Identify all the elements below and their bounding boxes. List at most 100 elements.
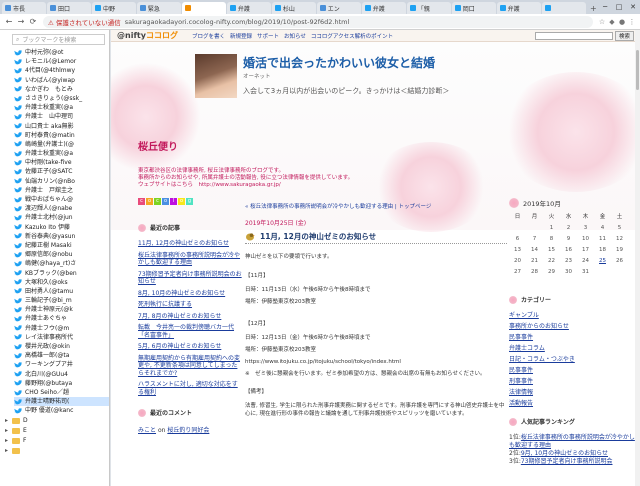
- bookmark-item[interactable]: 仙端カリン(@nBo: [14, 177, 109, 186]
- comment-post-link[interactable]: 桜丘釣り同好会: [167, 427, 209, 434]
- browser-tab[interactable]: 中野: [91, 2, 136, 14]
- back-icon[interactable]: ←: [3, 17, 15, 26]
- recent-post-link[interactable]: 無期雇用契約から有期雇用契約への変更や, 不更新条項は同意してしまったらそれまで…: [138, 355, 243, 378]
- ranking-link[interactable]: 桜丘法律事務所の事務所説明会が冷やかしも歓迎する理由: [509, 434, 635, 449]
- bookmark-item[interactable]: レモニル(@Lemor: [14, 57, 109, 66]
- browser-tab[interactable]: 緊急: [136, 2, 181, 14]
- recent-post-link[interactable]: 転載 今井亮一の裁判傍聴バカ一代「名富事件」: [138, 324, 243, 339]
- bookmark-item[interactable]: 弁護士神原元(@k: [14, 305, 109, 314]
- bookmark-folder[interactable]: ▸: [0, 446, 109, 456]
- browser-tab[interactable]: 岡口: [451, 2, 496, 14]
- category-link[interactable]: 民事事件: [509, 367, 639, 374]
- ad-title[interactable]: 婚活で出会ったかわいい彼女と結婚: [243, 54, 449, 71]
- bookmark-item[interactable]: いわばん(@yiwap: [14, 76, 109, 85]
- recent-post-link[interactable]: ハラスメントに対し, 適切な対応をする権利: [138, 381, 243, 396]
- bookmark-item[interactable]: CHO Seiho／趙: [14, 388, 109, 397]
- bookmark-item[interactable]: 弁護士晴野祐司(: [14, 397, 109, 407]
- star-icon[interactable]: ☆: [597, 18, 607, 26]
- nifty-search-button[interactable]: 検索: [614, 30, 634, 41]
- browser-tab[interactable]: 「親: [406, 2, 451, 14]
- page-scrollbar[interactable]: [635, 30, 640, 486]
- calendar-day-link[interactable]: 25: [594, 258, 611, 264]
- forward-icon[interactable]: →: [15, 17, 27, 26]
- ranking-link[interactable]: 9月, 10月の神山ゼミのお知らせ: [521, 450, 608, 457]
- nifty-logo[interactable]: @niftyココログ: [117, 30, 178, 41]
- bookmark-item[interactable]: 中村剛(take-five: [14, 158, 109, 167]
- bookmark-item[interactable]: ささきりょう(@ssk_: [14, 94, 109, 103]
- browser-tab[interactable]: 弁護: [361, 2, 406, 14]
- new-tab-button[interactable]: +: [589, 4, 598, 14]
- profile-icon[interactable]: ●: [617, 18, 627, 26]
- category-link[interactable]: 法律情報: [509, 389, 639, 396]
- bookmark-folder[interactable]: ▸ F: [0, 436, 109, 446]
- recent-post-link[interactable]: 桜丘法律事務所の事務所説明会が冷やかしも歓迎する理由: [138, 252, 243, 267]
- nifty-search-input[interactable]: [534, 31, 613, 40]
- category-link[interactable]: ギャンブル: [509, 312, 639, 319]
- bookmark-item[interactable]: 弁護士あぐちゃ: [14, 314, 109, 323]
- bookmark-search-input[interactable]: ⌕ ブックマークを検索: [12, 34, 105, 45]
- category-link[interactable]: 活動報告: [509, 400, 639, 407]
- bookmark-item[interactable]: 紀藤正樹 Masaki: [14, 241, 109, 250]
- expand-arrow-icon[interactable]: ▸: [5, 416, 12, 426]
- browser-tab[interactable]: 弁護: [226, 2, 271, 14]
- bookmark-item[interactable]: 藤野翔(@butaya: [14, 379, 109, 388]
- nifty-link[interactable]: ココログアクセス解析のポイント: [311, 32, 393, 40]
- bookmark-item[interactable]: 三輪記子(@bi_m: [14, 296, 109, 305]
- bookmark-item[interactable]: 4代目(@4thlmwy: [14, 66, 109, 75]
- bookmark-item[interactable]: 戦中おばちゃん@: [14, 195, 109, 204]
- expand-arrow-icon[interactable]: ▸: [5, 436, 12, 446]
- close-icon[interactable]: ✕: [626, 0, 640, 14]
- maximize-icon[interactable]: □: [612, 0, 626, 14]
- category-link[interactable]: 日記・コラム・つぶやき: [509, 356, 639, 363]
- extension-icon[interactable]: ◆: [607, 18, 617, 26]
- top-page-link[interactable]: トップページ: [398, 204, 431, 210]
- nifty-link[interactable]: ブログを書く: [192, 32, 225, 40]
- ranking-link[interactable]: 73期修習予定者向け事務所説明会: [521, 458, 613, 465]
- bookmark-item[interactable]: 北白川(@GUu4: [14, 370, 109, 379]
- bookmark-folder[interactable]: ▸ E: [0, 426, 109, 436]
- comment-author-link[interactable]: みこと: [138, 427, 156, 434]
- bookmark-item[interactable]: 弁護士秋重実(@a: [14, 103, 109, 112]
- address-bar[interactable]: ⚠ 保護されていない通信 sakuragaokadayori.cocolog-n…: [43, 15, 593, 28]
- bookmark-item[interactable]: 田村勇人(@tamu: [14, 287, 109, 296]
- not-secure-warning[interactable]: ⚠ 保護されていない通信: [48, 17, 121, 27]
- bookmark-item[interactable]: 山口貴士 aka無影: [14, 122, 109, 131]
- expand-arrow-icon[interactable]: ▸: [5, 426, 12, 436]
- category-link[interactable]: 民事事件: [509, 334, 639, 341]
- browser-tab[interactable]: [541, 2, 586, 14]
- cocolog-badge[interactable]: cocolog: [138, 198, 243, 205]
- bookmark-item[interactable]: 弁護士秋重実(@a: [14, 149, 109, 158]
- category-link[interactable]: 刑事事件: [509, 378, 639, 385]
- browser-tab[interactable]: 杉山: [271, 2, 316, 14]
- recent-post-link[interactable]: 8月, 10月の神山ゼミのお知らせ: [138, 290, 243, 298]
- ad-banner[interactable]: 婚活で出会ったかわいい彼女と結婚 オーネット 入会して3ヵ月以内が出会いのピーク…: [195, 54, 535, 106]
- post-title-text[interactable]: 11月, 12月の神山ゼミのお知らせ: [260, 231, 376, 242]
- bookmark-item[interactable]: 嶋健(@haya_rt)さ: [14, 259, 109, 268]
- nifty-link[interactable]: お知らせ: [284, 32, 306, 40]
- reload-icon[interactable]: ⟳: [27, 17, 39, 26]
- menu-icon[interactable]: ⋮: [627, 18, 637, 26]
- bookmark-item[interactable]: 町村泰貴(@matin: [14, 131, 109, 140]
- recent-post-link[interactable]: 5月, 6月の神山ゼミのお知らせ: [138, 343, 243, 351]
- bookmark-item[interactable]: 弁護士北村(@jun: [14, 213, 109, 222]
- bookmark-item[interactable]: レイ法律事務所代: [14, 333, 109, 342]
- bookmark-item[interactable]: 中村元弥(@ot: [14, 48, 109, 57]
- prev-post-link[interactable]: « 桜丘法律事務所の事務所説明会が冷やかしも歓迎する理由: [245, 204, 393, 210]
- bookmark-folder[interactable]: ▸ D: [0, 416, 109, 426]
- scrollbar-thumb[interactable]: [636, 50, 639, 90]
- expand-arrow-icon[interactable]: ▸: [5, 446, 12, 456]
- bookmark-item[interactable]: ワーキングプア井: [14, 360, 109, 369]
- bookmark-item[interactable]: 弁護士 山中理司: [14, 112, 109, 121]
- bookmark-item[interactable]: 弁護士フウ(@m: [14, 324, 109, 333]
- bookmark-item[interactable]: Kazuko Ito 伊藤: [14, 223, 109, 232]
- bookmark-item[interactable]: 佐藤正子(@SATC: [14, 167, 109, 176]
- blog-title[interactable]: 桜丘便り: [138, 138, 178, 153]
- nifty-link[interactable]: 新規登録: [230, 32, 252, 40]
- recent-post-link[interactable]: 死刑執行に抗議する: [138, 301, 243, 309]
- category-link[interactable]: 弁護士コラム: [509, 345, 639, 352]
- browser-tab[interactable]: [181, 2, 226, 14]
- bookmark-item[interactable]: 郷原信郎(@nobu: [14, 250, 109, 259]
- bookmark-item[interactable]: なかぎわ もとみ: [14, 85, 109, 94]
- browser-tab[interactable]: 弁護: [496, 2, 541, 14]
- bookmark-item[interactable]: 高橋雄一郎(@ta: [14, 351, 109, 360]
